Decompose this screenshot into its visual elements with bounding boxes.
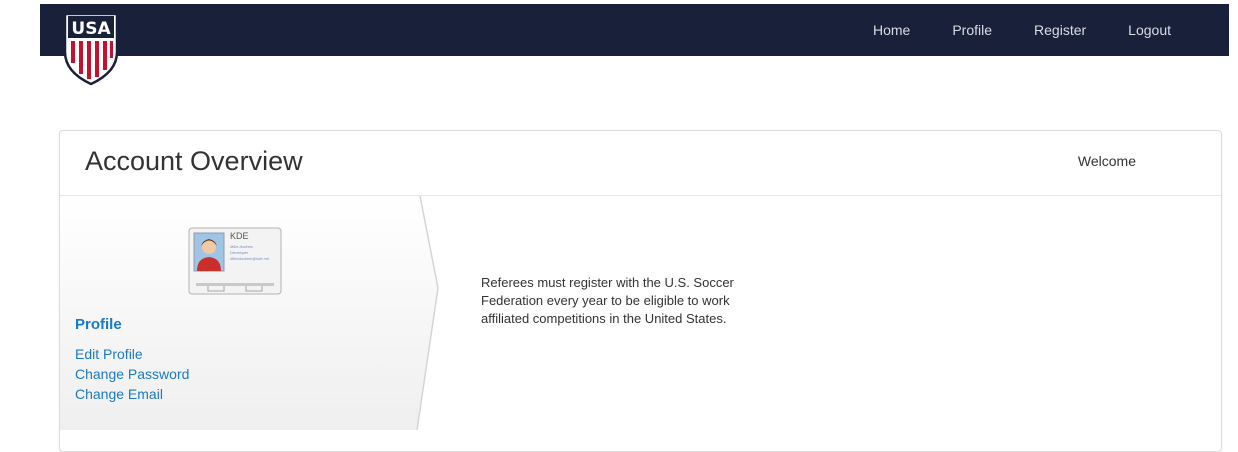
- card-detail-line: Developer: [230, 250, 249, 255]
- nav-profile-link[interactable]: Profile: [952, 22, 992, 38]
- profile-sidebar: KDE Mike Andrew Developer MikeAndrew@kde…: [60, 196, 440, 430]
- registration-info-text: Referees must register with the U.S. Soc…: [481, 275, 734, 326]
- top-navbar: Home Profile Register Logout: [40, 4, 1229, 56]
- logo-text: USA: [71, 19, 111, 39]
- nav-logout-link[interactable]: Logout: [1128, 22, 1171, 38]
- nav-register-link[interactable]: Register: [1034, 22, 1086, 38]
- edit-profile-link[interactable]: Edit Profile: [75, 346, 143, 362]
- profile-heading: Profile: [75, 316, 122, 333]
- welcome-text: Welcome: [1077, 153, 1136, 169]
- change-email-link[interactable]: Change Email: [75, 386, 163, 402]
- change-password-link[interactable]: Change Password: [75, 366, 189, 382]
- card-name: KDE: [230, 231, 249, 241]
- panel-header: Account Overview Welcome: [60, 131, 1221, 196]
- account-overview-panel: Account Overview Welcome KDE Mike Andrew…: [59, 130, 1222, 452]
- nav-home-link[interactable]: Home: [873, 22, 910, 38]
- nav-links: Home Profile Register Logout: [831, 4, 1171, 56]
- id-card-icon: KDE Mike Andrew Developer MikeAndrew@kde…: [188, 227, 282, 297]
- usa-soccer-logo[interactable]: USA: [62, 12, 120, 86]
- usa-crest-icon: USA: [63, 12, 119, 86]
- page-title: Account Overview: [85, 146, 303, 176]
- card-detail-line: Mike Andrew: [230, 244, 253, 249]
- card-detail-line: MikeAndrew@kde.net: [230, 256, 270, 261]
